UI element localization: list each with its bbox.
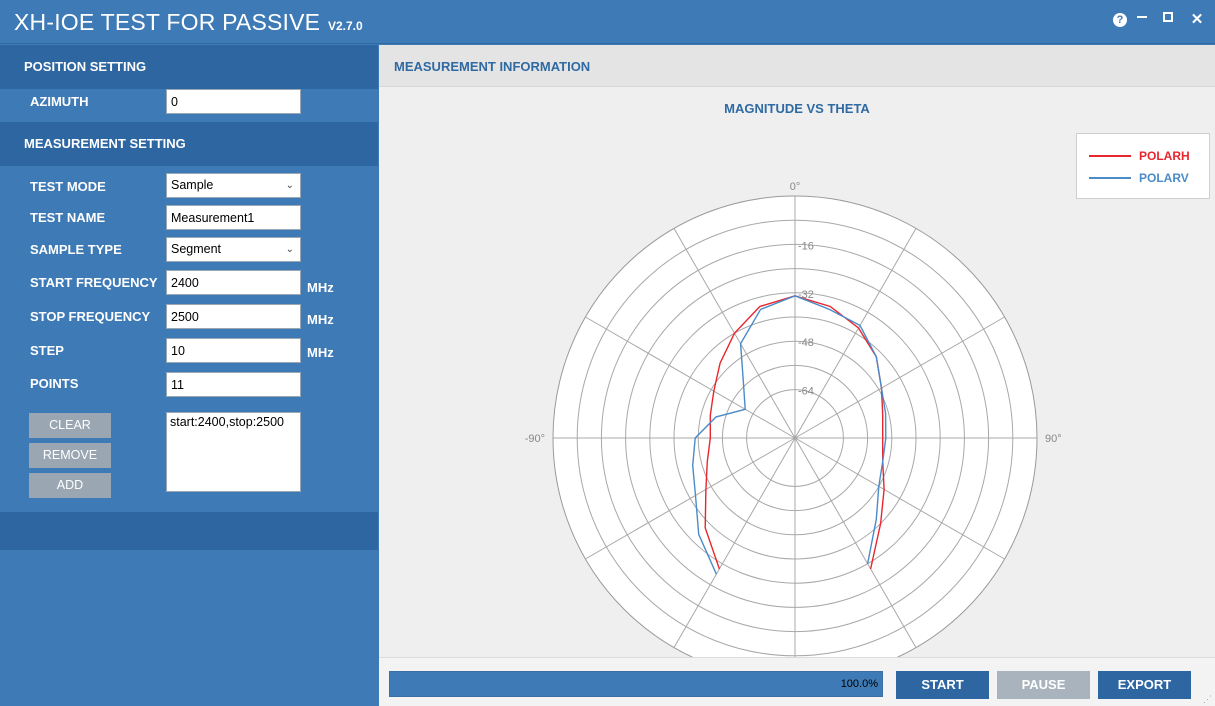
test-mode-value: Sample (171, 178, 214, 192)
export-button[interactable]: EXPORT (1098, 671, 1191, 699)
progress-text: 100.0% (840, 678, 878, 690)
progress-bar: 100.0% (389, 671, 883, 697)
pause-button[interactable]: PAUSE (997, 671, 1090, 699)
start-frequency-unit: MHz (307, 280, 334, 295)
remove-button[interactable]: REMOVE (29, 443, 111, 468)
step-input[interactable] (166, 338, 301, 363)
chart-legend: POLARH POLARV (1076, 133, 1210, 199)
measurement-information-header: MEASUREMENT INFORMATION (379, 45, 1215, 87)
radial-tick-label: -64 (798, 386, 814, 398)
legend-line (1089, 177, 1131, 179)
list-item[interactable]: start:2400,stop:2500 (170, 415, 297, 429)
position-setting-header: POSITION SETTING (0, 45, 378, 89)
chevron-down-icon: ⌄ (285, 180, 294, 191)
test-mode-select[interactable]: Sample ⌄ (166, 173, 301, 198)
left-panel: POSITION SETTING AZIMUTH MEASUREMENT SET… (0, 45, 378, 706)
stop-frequency-unit: MHz (307, 312, 334, 327)
app-version: V2.7.0 (328, 19, 363, 33)
legend-item-polarh: POLARH (1089, 148, 1190, 164)
clear-button[interactable]: CLEAR (29, 413, 111, 438)
app-title: XH-IOE TEST FOR PASSIVE (14, 9, 321, 35)
legend-label: POLARH (1139, 149, 1190, 163)
sample-type-select[interactable]: Segment ⌄ (166, 237, 301, 262)
resize-grip-icon[interactable]: ⋰ (1203, 694, 1213, 704)
angle-tick-label: 0° (790, 181, 801, 193)
segment-list[interactable]: start:2400,stop:2500 (166, 412, 301, 492)
azimuth-input[interactable] (166, 89, 301, 114)
angle-tick-label: -90° (525, 433, 545, 445)
start-frequency-input[interactable] (166, 270, 301, 295)
points-label: POINTS (30, 376, 79, 391)
test-name-input[interactable] (166, 205, 301, 230)
test-mode-label: TEST MODE (30, 179, 106, 194)
progress-fill (390, 672, 882, 696)
sample-type-value: Segment (171, 242, 222, 256)
window-controls: ? ✕ (1113, 12, 1205, 28)
test-name-label: TEST NAME (30, 210, 106, 225)
add-button[interactable]: ADD (29, 473, 111, 498)
legend-label: POLARV (1139, 171, 1189, 185)
chevron-down-icon: ⌄ (285, 244, 294, 255)
stop-frequency-input[interactable] (166, 304, 301, 329)
radial-tick-label: -16 (798, 240, 814, 252)
title-bar: XH-IOE TEST FOR PASSIVE V2.7.0 ? ✕ (0, 0, 1215, 44)
right-panel: MEASUREMENT INFORMATION MAGNITUDE VS THE… (379, 45, 1215, 706)
maximize-icon (1163, 12, 1173, 22)
measurement-setting-header: MEASUREMENT SETTING (0, 122, 378, 166)
legend-line (1089, 155, 1131, 157)
sample-type-label: SAMPLE TYPE (30, 242, 122, 257)
help-icon[interactable]: ? (1113, 13, 1127, 27)
step-unit: MHz (307, 345, 334, 360)
minimize-button[interactable] (1137, 12, 1153, 28)
points-input[interactable] (166, 372, 301, 397)
step-label: STEP (30, 343, 64, 358)
action-bar: 100.0% START PAUSE EXPORT ⋰ (379, 657, 1215, 706)
minimize-icon (1137, 16, 1147, 18)
start-button[interactable]: START (896, 671, 989, 699)
angle-tick-label: 90° (1045, 433, 1062, 445)
azimuth-label: AZIMUTH (30, 94, 89, 109)
close-button[interactable]: ✕ (1189, 12, 1205, 28)
stop-frequency-label: STOP FREQUENCY (30, 309, 151, 324)
maximize-button[interactable] (1163, 12, 1179, 28)
legend-item-polarv: POLARV (1089, 170, 1189, 186)
start-frequency-label: START FREQUENCY (30, 275, 158, 290)
left-panel-footer (0, 512, 378, 550)
radial-tick-label: -48 (798, 337, 814, 349)
